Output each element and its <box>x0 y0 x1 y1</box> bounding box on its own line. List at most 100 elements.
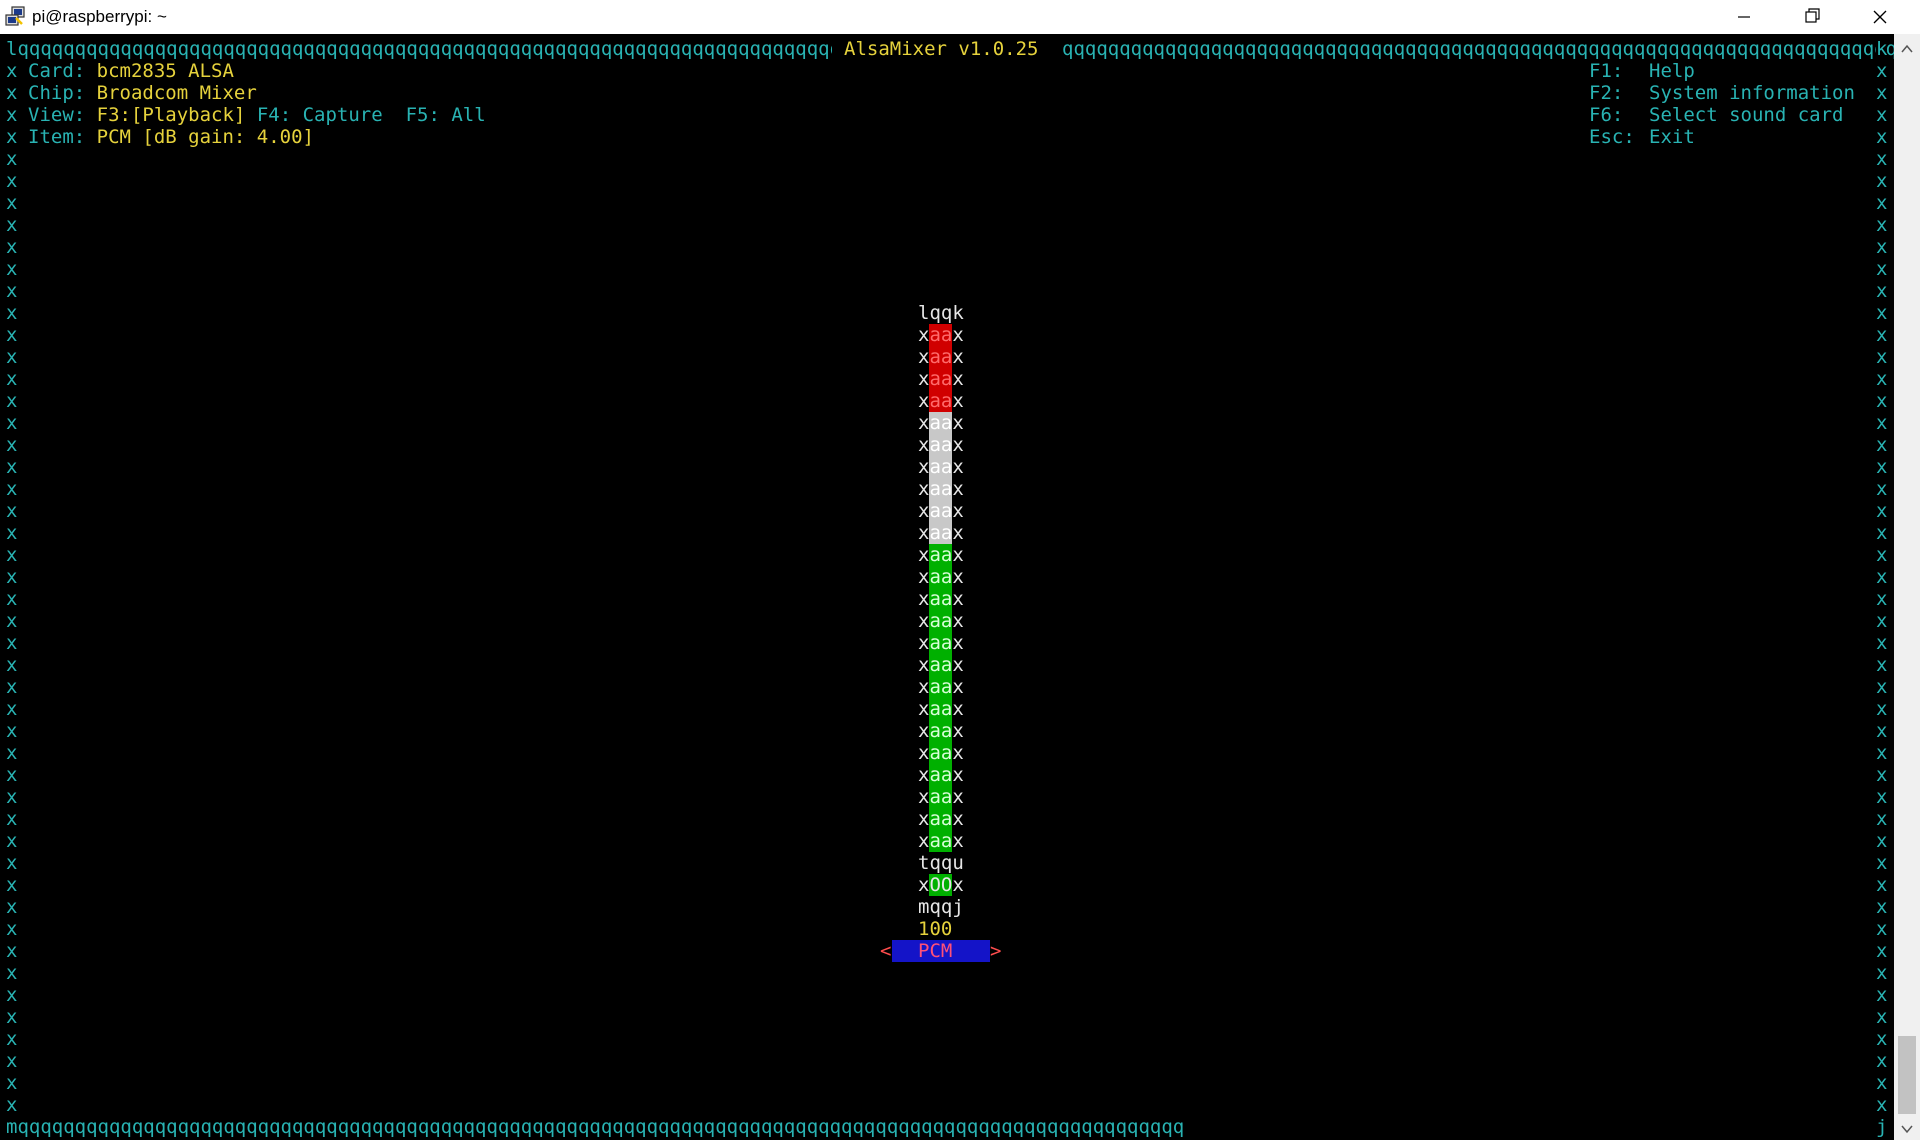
frame-side-char: x <box>1876 962 1888 984</box>
volume-bar-row: xaax <box>918 368 964 390</box>
bar-side-right: x <box>952 412 964 434</box>
frame-side-char: x <box>6 874 18 896</box>
bar-segment: aa <box>929 742 953 764</box>
bar-side-left: x <box>918 764 930 786</box>
frame-side-char: x <box>1876 126 1888 148</box>
frame-side-char: x <box>6 544 18 566</box>
bar-side-left: x <box>918 500 930 522</box>
frame-side-char: x <box>1876 346 1888 368</box>
scroll-up-icon[interactable] <box>1900 42 1914 56</box>
scroll-down-icon[interactable] <box>1900 1122 1914 1136</box>
bar-segment: aa <box>929 456 953 478</box>
bar-side-left: x <box>918 676 930 698</box>
frame-side-char: x <box>6 588 18 610</box>
bar-segment: aa <box>929 610 953 632</box>
view-all-tab[interactable]: F5: All <box>406 104 486 126</box>
key-help-esc[interactable]: Esc: Exit <box>1589 126 1695 148</box>
frame-side-char: x <box>6 258 18 280</box>
restore-button[interactable] <box>1778 0 1846 34</box>
chip-line: Chip: Broadcom Mixer <box>28 82 257 104</box>
frame-side-char: x <box>6 808 18 830</box>
view-line: View: F3:[Playback] F4: Capture F5: All <box>28 104 486 126</box>
volume-bar-row: xaax <box>918 544 964 566</box>
frame-top-fill-right: qqqqqqqqqqqqqqqqqqqqqqqqqqqqqqqqqqqqqqqq… <box>1062 38 1894 60</box>
bar-side-left: x <box>918 698 930 720</box>
frame-side-char: x <box>1876 236 1888 258</box>
frame-side-char: x <box>1876 324 1888 346</box>
close-button[interactable] <box>1846 0 1914 34</box>
frame-side-char: x <box>1876 654 1888 676</box>
frame-side-char: x <box>1876 60 1888 82</box>
volume-bar-row: xaax <box>918 786 964 808</box>
key-help-f2[interactable]: F2: System information <box>1589 82 1855 104</box>
mute-toggle-row[interactable]: xOOx <box>918 874 964 896</box>
view-capture-tab[interactable]: F4: Capture <box>257 104 383 126</box>
frame-side-char: x <box>1876 280 1888 302</box>
frame-corner-bottom-right: j <box>1876 1116 1888 1138</box>
volume-bar-top-border: lqqk <box>918 302 964 324</box>
bar-side-right: x <box>952 324 964 346</box>
minimize-icon <box>1738 16 1750 18</box>
key-label: F6: <box>1589 104 1624 126</box>
channel-name-selected[interactable]: PCM <box>892 940 990 962</box>
bar-segment: aa <box>929 808 953 830</box>
frame-side-char: x <box>6 346 18 368</box>
terminal[interactable]: l qqqqqqqqqqqqqqqqqqqqqqqqqqqqqqqqqqqqqqq… <box>0 34 1894 1140</box>
frame-side-char: x <box>6 434 18 456</box>
card-label: Card: <box>28 60 86 82</box>
bar-side-left: x <box>918 588 930 610</box>
frame-side-char: x <box>1876 984 1888 1006</box>
minimize-button[interactable] <box>1710 0 1778 34</box>
frame-corner-top-left: l <box>6 38 18 60</box>
bar-segment: aa <box>929 698 953 720</box>
mute-side-right: x <box>952 874 964 896</box>
key-help-f1[interactable]: F1: Help <box>1589 60 1695 82</box>
view-playback-tab[interactable]: F3:[Playback] <box>97 104 246 126</box>
channel-name: PCM <box>918 940 953 962</box>
key-help-f6[interactable]: F6: Select sound card <box>1589 104 1843 126</box>
bar-segment: aa <box>929 786 953 808</box>
bar-side-left: x <box>918 434 930 456</box>
frame-side-char: x <box>1876 522 1888 544</box>
bar-side-right: x <box>952 544 964 566</box>
bar-segment: aa <box>929 764 953 786</box>
frame-side-char: x <box>6 1006 18 1028</box>
mute-toggle[interactable]: OO <box>929 874 953 896</box>
frame-side-char: x <box>6 82 18 104</box>
volume-bar-row: xaax <box>918 764 964 786</box>
scrollbar-thumb[interactable] <box>1898 1036 1916 1114</box>
frame-side-char: x <box>1876 874 1888 896</box>
frame-side-char: x <box>1876 1050 1888 1072</box>
frame-corner-bottom-left: m <box>6 1116 18 1138</box>
volume-bar-row: xaax <box>918 676 964 698</box>
frame-side-char: x <box>6 214 18 236</box>
channel-prev-arrow[interactable]: < <box>880 940 891 962</box>
channel-next-arrow[interactable]: > <box>990 940 1001 962</box>
frame-side-char: x <box>1876 852 1888 874</box>
bar-segment: aa <box>929 830 953 852</box>
frame-side-char: x <box>6 368 18 390</box>
frame-side-char: x <box>6 412 18 434</box>
frame-side-char: x <box>6 962 18 984</box>
bar-segment: aa <box>929 390 953 412</box>
volume-bar-row: xaax <box>918 830 964 852</box>
bar-side-left: x <box>918 478 930 500</box>
frame-side-char: x <box>1876 940 1888 962</box>
frame-side-char: x <box>6 786 18 808</box>
bar-side-left: x <box>918 346 930 368</box>
bar-side-left: x <box>918 720 930 742</box>
bar-side-left: x <box>918 412 930 434</box>
window-title: pi@raspberrypi: ~ <box>32 7 167 26</box>
frame-side-char: x <box>6 654 18 676</box>
frame-side-char: x <box>6 676 18 698</box>
scrollbar[interactable] <box>1894 34 1920 1140</box>
bar-segment: aa <box>929 346 953 368</box>
frame-side-char: x <box>6 478 18 500</box>
frame-bottom-border: mqqqqqqqqqqqqqqqqqqqqqqqqqqqqqqqqqqqqqqq… <box>6 1116 1890 1138</box>
bar-side-right: x <box>952 720 964 742</box>
frame-side-char: x <box>1876 192 1888 214</box>
bar-side-left: x <box>918 786 930 808</box>
key-action: Select sound card <box>1649 104 1844 126</box>
frame-side-char: x <box>1876 258 1888 280</box>
bar-side-right: x <box>952 610 964 632</box>
